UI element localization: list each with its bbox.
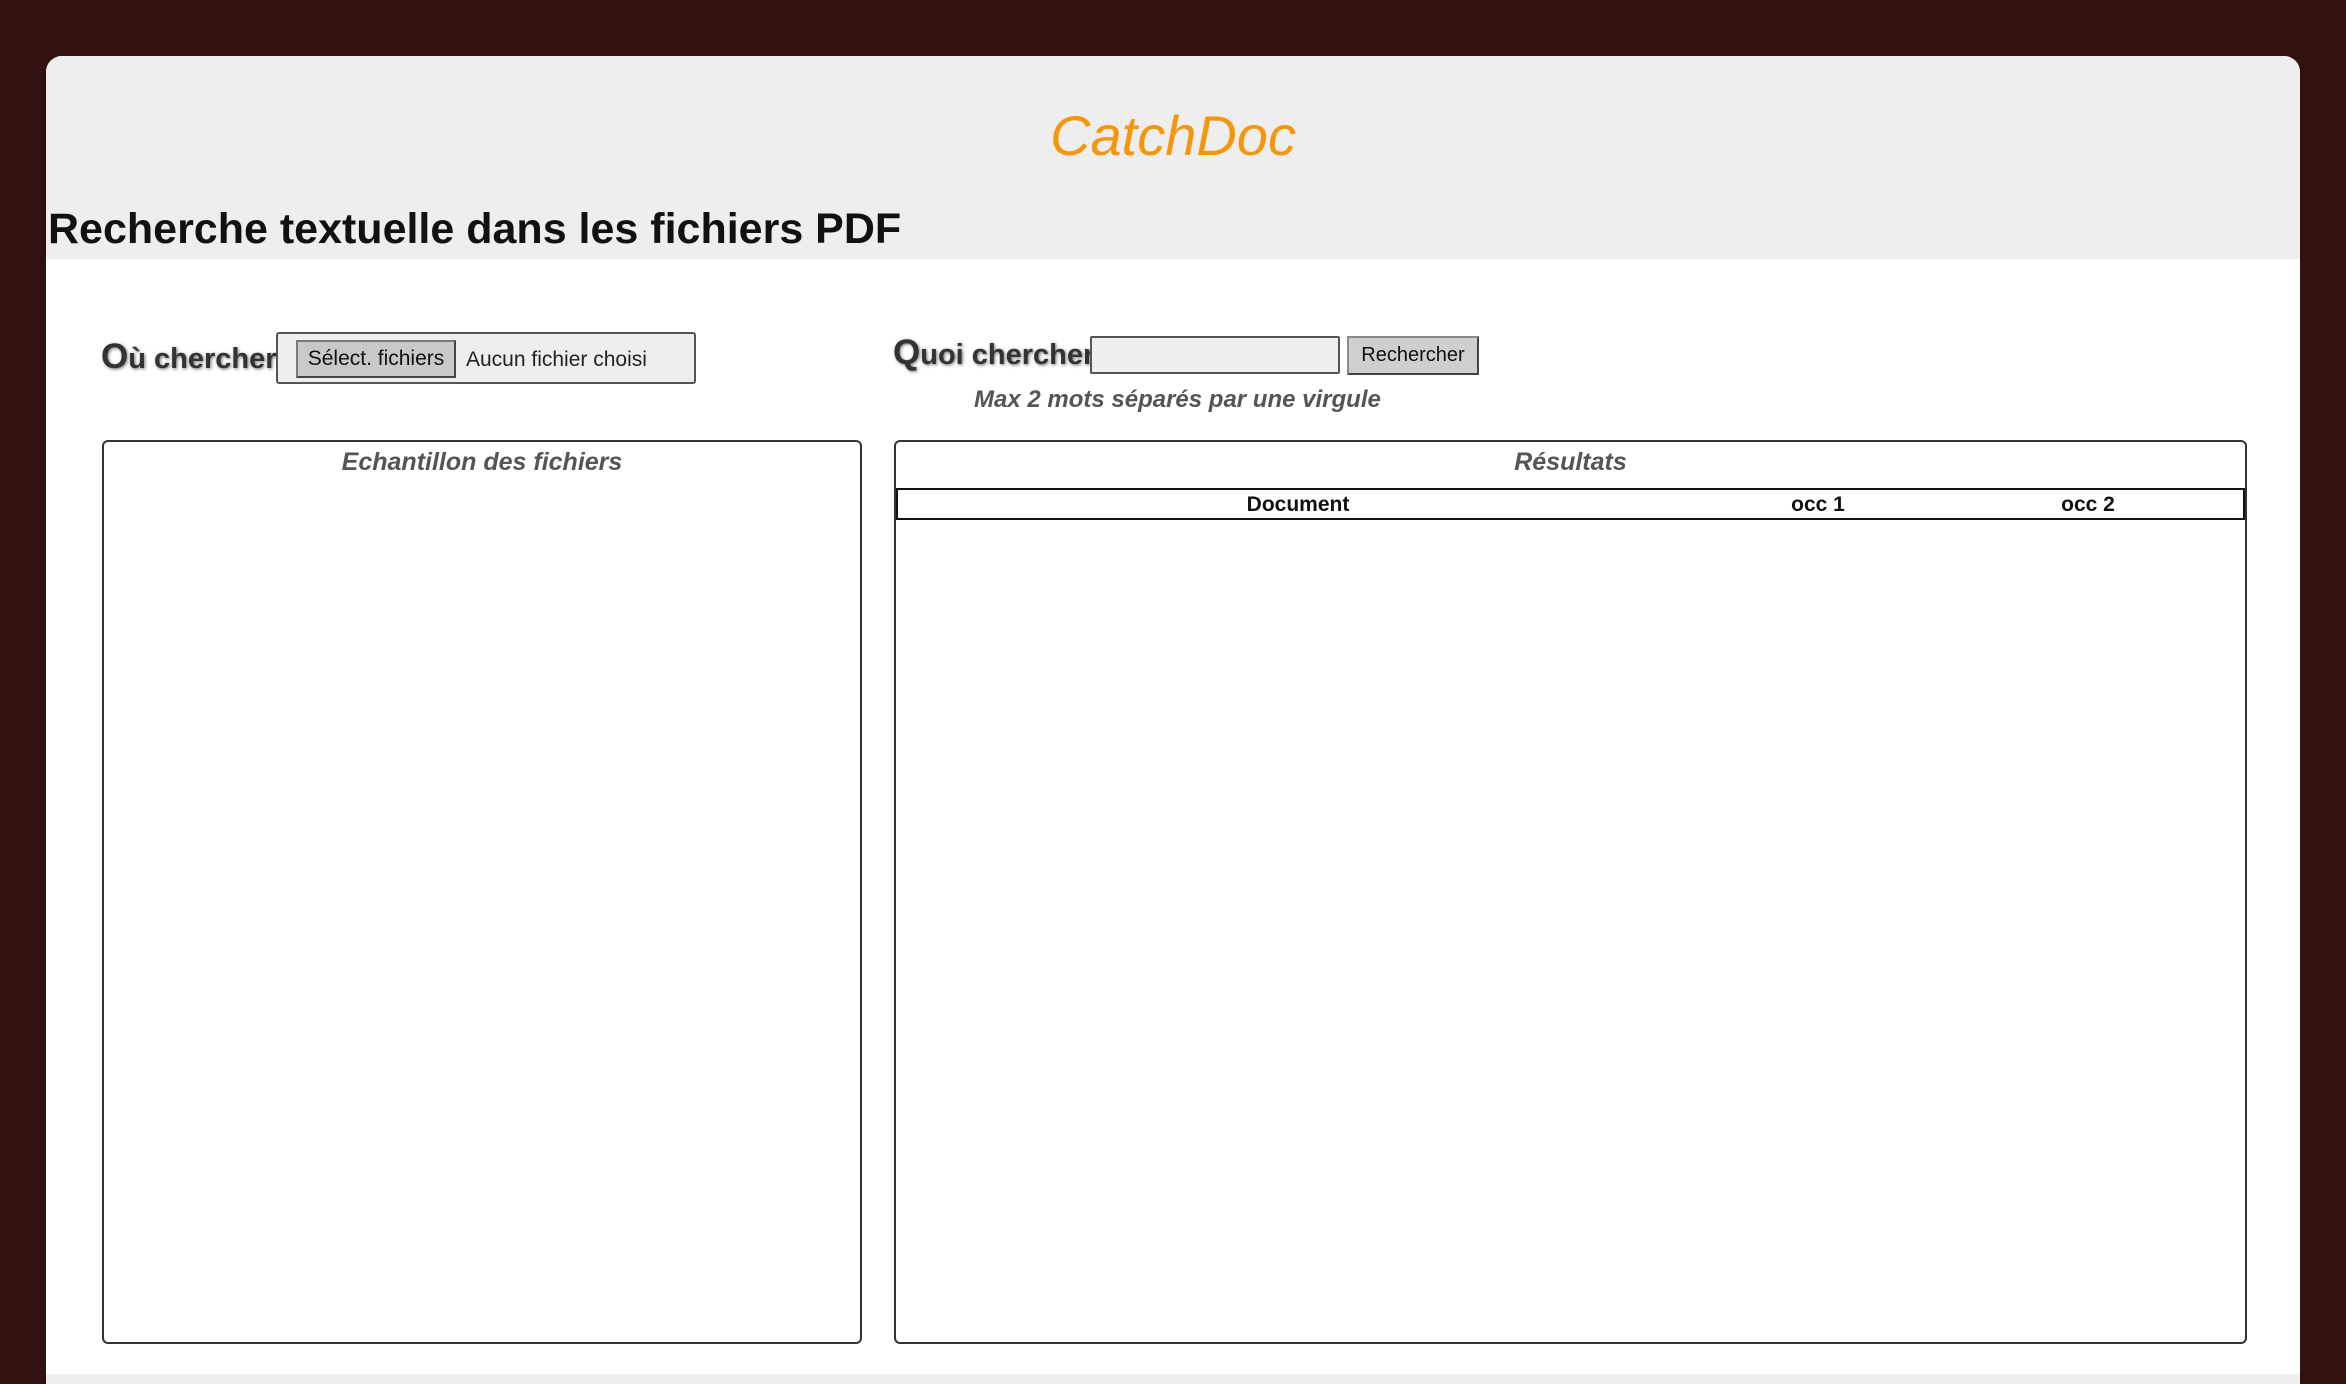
what-label-initial: Q (893, 333, 921, 372)
header: CatchDoc Recherche textuelle dans les fi… (46, 56, 2300, 259)
where-label-rest: ù chercher : (128, 343, 295, 375)
page-title: Recherche textuelle dans les fichiers PD… (48, 205, 902, 253)
results-panel-title: Résultats (1514, 448, 1627, 476)
bottom-border (46, 1374, 2300, 1384)
file-picker[interactable]: Sélect. fichiers Aucun fichier choisi (276, 332, 696, 384)
column-document: Document (1246, 493, 1350, 516)
file-status: Aucun fichier choisi (466, 348, 647, 371)
column-occ-2: occ 2 (2061, 493, 2115, 516)
where-label: Où chercher : (101, 339, 294, 374)
select-files-button[interactable]: Sélect. fichiers (296, 340, 456, 378)
brand-title: CatchDoc (1050, 104, 1296, 167)
files-sample-panel: Echantillon des fichiers (102, 440, 862, 1344)
column-occ-1: occ 1 (1791, 493, 1845, 516)
files-panel-title: Echantillon des fichiers (341, 448, 623, 476)
search-hint: Max 2 mots séparés par une virgule (974, 386, 1381, 413)
what-label-rest: uoi chercher : (920, 339, 1113, 371)
search-query-input[interactable] (1090, 336, 1340, 374)
app-container: CatchDoc Recherche textuelle dans les fi… (46, 56, 2300, 1384)
results-table-header: Document occ 1 occ 2 (896, 488, 2245, 520)
where-label-initial: O (101, 337, 129, 376)
results-panel: Résultats Document occ 1 occ 2 (894, 440, 2247, 1344)
search-button[interactable]: Rechercher (1347, 336, 1479, 375)
what-label: Quoi chercher : (893, 335, 1112, 370)
